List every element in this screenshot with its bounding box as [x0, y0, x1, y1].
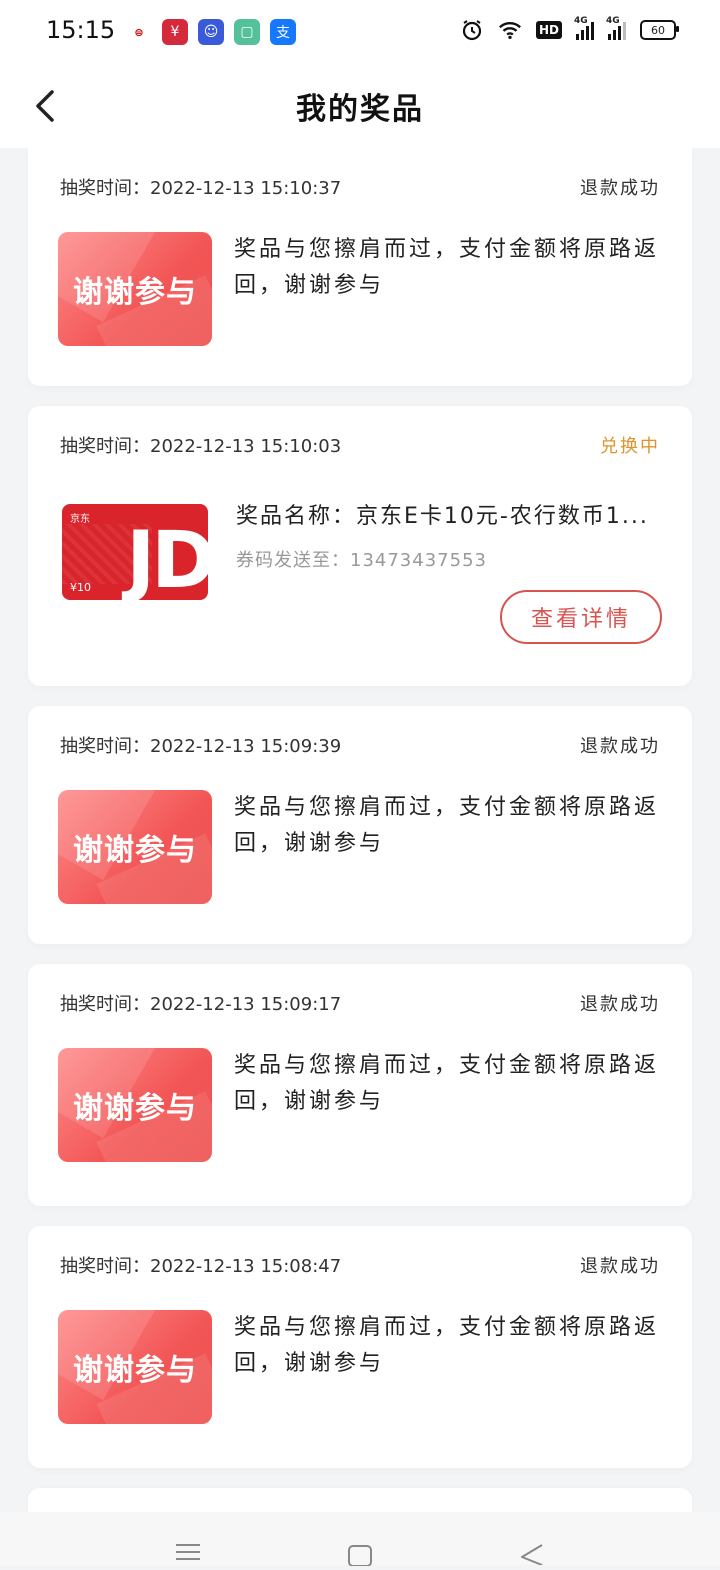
record-message: 奖品与您擦肩而过，支付金额将原路返回，谢谢参与: [234, 1053, 660, 1114]
record-message: 奖品与您擦肩而过，支付金额将原路返回，谢谢参与: [234, 237, 660, 298]
prize-record[interactable]: 抽奖时间：2022-12-13 15:10:37 退款成功 谢谢参与 奖品与您擦…: [28, 148, 692, 386]
status-time: 15:15: [46, 16, 116, 44]
status-indicators: HD 4G 4G 60: [460, 16, 679, 42]
thanks-image: 谢谢参与: [58, 790, 212, 904]
signal-icon: 4G: [574, 16, 594, 40]
record-status: 兑换中: [600, 436, 660, 457]
prize-record[interactable]: 抽奖时间：2022-12-13 15:09:17 退款成功 谢谢参与 奖品与您擦…: [28, 964, 692, 1206]
alipay-icon: 支: [270, 19, 296, 45]
jd-logo-letters: JD: [126, 516, 208, 600]
back-triangle-icon[interactable]: [518, 1543, 546, 1569]
alarm-icon: [460, 18, 484, 42]
thanks-image: 谢谢参与: [58, 1310, 212, 1424]
draw-time: 抽奖时间：2022-12-13 15:09:17: [60, 994, 342, 1015]
thanks-image-text: 谢谢参与: [73, 1353, 197, 1388]
jd-brand-label: 京东: [70, 514, 90, 525]
battery-icon: 60: [640, 20, 679, 40]
prize-name: 奖品名称：京东E卡10元-农行数币1...: [236, 504, 649, 529]
draw-time: 抽奖时间：2022-12-13 15:10:37: [60, 178, 342, 199]
status-bar: 15:15 ⊜ ¥ ☺ ▢ 支 HD 4G 4G 60: [0, 0, 720, 64]
menu-icon[interactable]: [174, 1542, 202, 1566]
record-status: 退款成功: [580, 994, 660, 1015]
digital-rmb-icon: ¥: [162, 19, 188, 45]
thanks-image: 谢谢参与: [58, 232, 212, 346]
prize-record[interactable]: 抽奖时间：2022-12-13 15:10:03 兑换中 京东 JD ¥10 奖…: [28, 406, 692, 686]
draw-time: 抽奖时间：2022-12-13 15:09:39: [60, 736, 342, 757]
signal-icon-2: 4G: [606, 16, 626, 40]
draw-time: 抽奖时间：2022-12-13 15:10:03: [60, 436, 342, 457]
home-square-icon[interactable]: [347, 1544, 373, 1570]
prize-record[interactable]: 抽奖时间：2022-12-13 15:09:39 退款成功 谢谢参与 奖品与您擦…: [28, 706, 692, 944]
system-nav-bar: [0, 1512, 720, 1567]
prize-list: 抽奖时间：2022-12-13 15:10:37 退款成功 谢谢参与 奖品与您擦…: [28, 148, 692, 1548]
view-details-button[interactable]: 查看详情: [500, 590, 662, 644]
thanks-image: 谢谢参与: [58, 1048, 212, 1162]
draw-time: 抽奖时间：2022-12-13 15:08:47: [60, 1256, 342, 1277]
jd-card-price: ¥10: [70, 581, 91, 594]
record-status: 退款成功: [580, 178, 660, 199]
jd-card-image: 京东 JD ¥10: [62, 504, 208, 600]
thanks-image-text: 谢谢参与: [73, 275, 197, 310]
prize-record[interactable]: 抽奖时间：2022-12-13 15:08:47 退款成功 谢谢参与 奖品与您擦…: [28, 1226, 692, 1468]
coupon-recipient: 券码发送至：13473437553: [236, 550, 487, 571]
green-app-icon: ▢: [234, 19, 260, 45]
record-message: 奖品与您擦肩而过，支付金额将原路返回，谢谢参与: [234, 795, 660, 856]
qq-icon: ☺: [198, 19, 224, 45]
hd-badge: HD: [535, 21, 562, 39]
wifi-icon: [498, 18, 522, 42]
thanks-image-text: 谢谢参与: [73, 1091, 197, 1126]
page-header: 我的奖品: [0, 64, 720, 148]
record-message: 奖品与您擦肩而过，支付金额将原路返回，谢谢参与: [234, 1315, 660, 1376]
record-status: 退款成功: [580, 1256, 660, 1277]
icbc-icon: ⊜: [126, 19, 152, 45]
thanks-image-text: 谢谢参与: [73, 833, 197, 868]
page-title: 我的奖品: [296, 92, 424, 127]
status-app-icons: ⊜ ¥ ☺ ▢ 支: [126, 19, 296, 45]
record-status: 退款成功: [580, 736, 660, 757]
